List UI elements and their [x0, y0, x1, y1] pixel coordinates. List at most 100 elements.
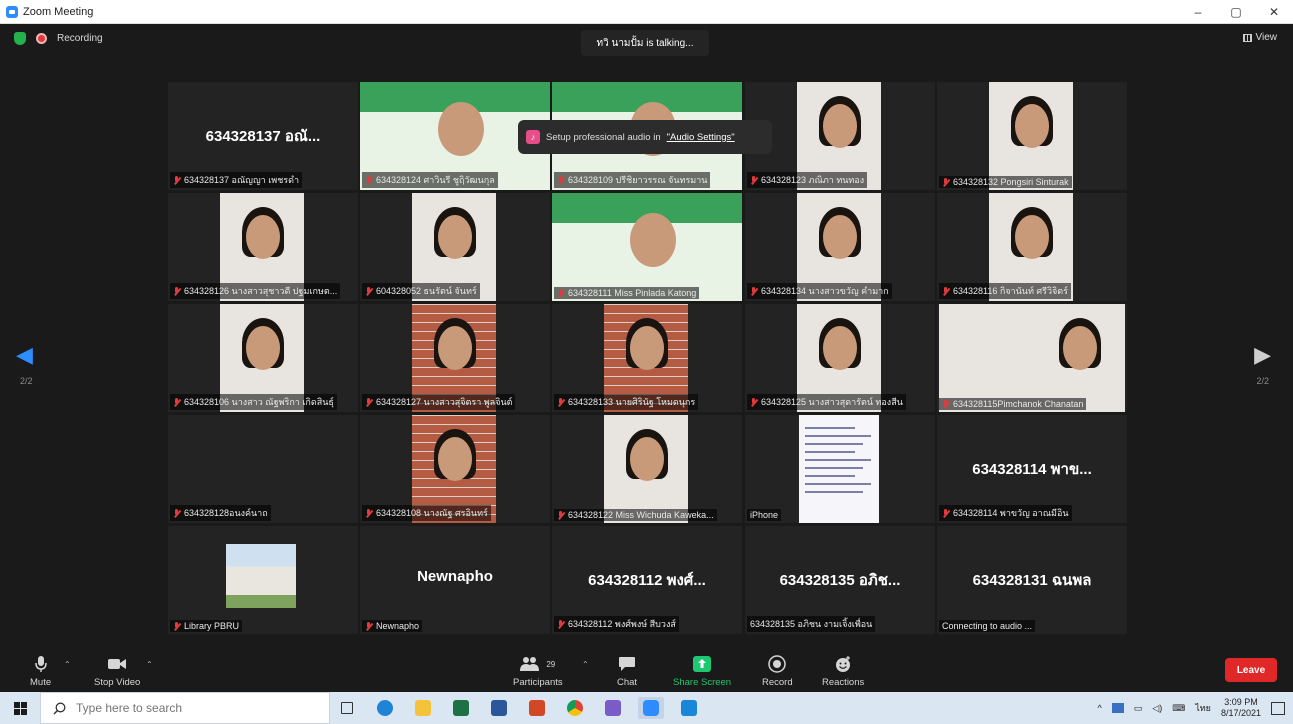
- muted-mic-icon: [750, 397, 758, 407]
- participant-display-name: 634328112 พงศ์...: [588, 572, 706, 589]
- zoom-taskbar-icon[interactable]: [638, 697, 664, 719]
- participant-tile[interactable]: 634328127 นางสาวสุจิตรา พูลจินต์: [360, 304, 550, 412]
- stop-video-button[interactable]: Stop Video: [94, 654, 140, 688]
- participant-name: 634328124 ศาวินรี ชูฤิวัฒนกุล: [376, 175, 495, 185]
- muted-mic-icon: [173, 286, 181, 296]
- participant-tile[interactable]: 634328128อนงค์นาถ: [168, 415, 358, 523]
- paint-icon[interactable]: [600, 697, 626, 719]
- word-icon[interactable]: [486, 697, 512, 719]
- clock-time: 3:09 PM: [1224, 697, 1258, 707]
- video-options-caret[interactable]: ⌃: [146, 660, 153, 669]
- taskbar-clock[interactable]: 3:09 PM 8/17/2021: [1221, 697, 1261, 719]
- participant-tile[interactable]: 634328114 พาข... 634328114 พาขวัญ อาณมีอิ…: [937, 415, 1127, 523]
- start-button[interactable]: [0, 692, 40, 724]
- participant-tile[interactable]: 634328134 นางสาวขวัญ คำมาก: [745, 193, 935, 301]
- clock-date: 8/17/2021: [1220, 708, 1261, 718]
- participant-tile[interactable]: 634328106 นางสาว ณัฐพริกา เกิดสินธุ์: [168, 304, 358, 412]
- search-input[interactable]: [76, 701, 306, 715]
- reactions-button[interactable]: Reactions: [822, 654, 864, 688]
- participant-name: 604328052 ธนรัตน์ จันทร์: [376, 286, 477, 296]
- participant-name-tag: 634328128อนงค์นาถ: [170, 505, 271, 521]
- muted-mic-icon: [173, 508, 181, 518]
- window-title: Zoom Meeting: [23, 5, 94, 18]
- participant-display-name: 634328137 อณั...: [205, 128, 321, 145]
- participant-tile[interactable]: 634328123 ภณิภา ทนทอง: [745, 82, 935, 190]
- chat-label: Chat: [617, 677, 638, 688]
- record-button[interactable]: Record: [762, 654, 793, 688]
- participant-tile[interactable]: 604328052 ธนรัตน์ จันทร์: [360, 193, 550, 301]
- microphone-icon: [34, 654, 47, 674]
- participant-name: 634328135 อภิชน งามเจิ้งเพื่อน: [750, 619, 873, 629]
- close-button[interactable]: ✕: [1255, 0, 1293, 24]
- tray-app-icon[interactable]: [1111, 703, 1124, 713]
- recording-label: Recording: [57, 33, 103, 44]
- encryption-shield-icon[interactable]: [14, 32, 26, 45]
- participant-tile[interactable]: Library PBRU: [168, 526, 358, 634]
- participant-tile[interactable]: 634328116 กิจานันท์ ศรีวิจิตร์: [937, 193, 1127, 301]
- participant-name-tag: 634328127 นางสาวสุจิตรา พูลจินต์: [362, 394, 516, 410]
- muted-mic-icon: [942, 399, 950, 409]
- participant-name-tag: 634328116 กิจานันท์ ศรีวิจิตร์: [939, 283, 1071, 299]
- audio-settings-toast[interactable]: ♪ Setup professional audio in "Audio Set…: [518, 120, 772, 154]
- participant-tile[interactable]: Newnapho Newnapho: [360, 526, 550, 634]
- participants-options-caret[interactable]: ⌃: [582, 660, 589, 669]
- show-hidden-icons-icon[interactable]: ^: [1098, 703, 1102, 713]
- keyboard-icon[interactable]: ⌨: [1172, 703, 1185, 714]
- next-page-arrow[interactable]: ▶: [1254, 342, 1271, 368]
- participant-tile[interactable]: 634328122 Miss Wichuda Kaweka...: [552, 415, 742, 523]
- volume-icon[interactable]: ◁): [1152, 703, 1162, 714]
- participant-name: 634328126 นางสาวสุชาวดี ปฐมเกษต...: [184, 286, 338, 296]
- muted-mic-icon: [557, 175, 565, 185]
- participants-button[interactable]: 29 Participants: [513, 654, 563, 688]
- participant-tile[interactable]: 634328111 Miss Pinlada Katong: [552, 193, 742, 301]
- participant-name: 634328114 พาขวัญ อาณมีอิน: [953, 508, 1069, 518]
- notification-icon[interactable]: [1271, 701, 1285, 715]
- taskbar-search-box[interactable]: [40, 692, 330, 724]
- participant-tile[interactable]: 634328126 นางสาวสุชาวดี ปฐมเกษต...: [168, 193, 358, 301]
- participant-tile[interactable]: 634328115Pimchanok Chanatan: [937, 304, 1127, 412]
- muted-mic-icon: [365, 175, 373, 185]
- participant-tile[interactable]: 634328131 ฉนพล Connecting to audio ...: [937, 526, 1127, 634]
- participant-tile[interactable]: 634328125 นางสาวสุดารัตน์ ทองสีน: [745, 304, 935, 412]
- participant-tile[interactable]: 634328108 นางณัฐ ศรอินทร์: [360, 415, 550, 523]
- task-view-icon[interactable]: [334, 697, 360, 719]
- view-button[interactable]: View: [1242, 32, 1277, 43]
- participant-tile[interactable]: 634328135 อภิช... 634328135 อภิชน งามเจิ้…: [745, 526, 935, 634]
- library-building-image: [226, 544, 296, 608]
- participant-name-tag: 634328109 ปรีชิยาวรรณ จันทรมาน: [554, 172, 711, 188]
- participant-tile[interactable]: 634328132 Pongsiri Sinturak: [937, 82, 1127, 190]
- previous-page-arrow[interactable]: ◀: [16, 342, 33, 368]
- audio-options-caret[interactable]: ⌃: [64, 660, 71, 669]
- audio-settings-link[interactable]: "Audio Settings": [667, 132, 735, 143]
- participant-tile[interactable]: 634328112 พงศ์... 634328112 พงศ์พงษ์ สีบว…: [552, 526, 742, 634]
- edge-browser-icon[interactable]: [372, 697, 398, 719]
- toast-text: Setup professional audio in: [546, 131, 661, 143]
- chrome-icon[interactable]: [562, 697, 588, 719]
- participant-name: 634328127 นางสาวสุจิตรา พูลจินต์: [376, 397, 513, 407]
- input-language[interactable]: ไทย: [1195, 701, 1211, 715]
- participant-name: 634328115Pimchanok Chanatan: [953, 399, 1084, 409]
- participant-name-tag: 634328111 Miss Pinlada Katong: [554, 287, 700, 299]
- participant-tile[interactable]: iPhone: [745, 415, 935, 523]
- participant-tile[interactable]: 634328133 นายศิรินัฐ โหมดนุกร: [552, 304, 742, 412]
- participant-name: 634328134 นางสาวขวัญ คำมาก: [761, 286, 889, 296]
- participant-video: [989, 82, 1073, 190]
- mute-button[interactable]: Mute: [30, 654, 51, 688]
- store-icon[interactable]: [676, 697, 702, 719]
- file-explorer-icon[interactable]: [410, 697, 436, 719]
- minimize-button[interactable]: –: [1179, 0, 1217, 24]
- participant-video: [552, 193, 742, 301]
- muted-mic-icon: [173, 175, 181, 185]
- participant-name: 634328128อนงค์นาถ: [184, 508, 268, 518]
- muted-mic-icon: [750, 286, 758, 296]
- participant-tile[interactable]: 634328137 อณั... 634328137 อณัญญา เพชรดำ: [168, 82, 358, 190]
- powerpoint-icon[interactable]: [524, 697, 550, 719]
- chat-button[interactable]: Chat: [617, 654, 637, 688]
- leave-button[interactable]: Leave: [1225, 658, 1277, 682]
- excel-icon[interactable]: [448, 697, 474, 719]
- participant-display-name: 634328131 ฉนพล: [972, 572, 1092, 589]
- maximize-button[interactable]: ▢: [1217, 0, 1255, 24]
- network-icon[interactable]: ▭: [1134, 703, 1143, 714]
- share-screen-button[interactable]: Share Screen: [673, 654, 731, 688]
- participant-name: 634328133 นายศิรินัฐ โหมดนุกร: [568, 397, 696, 407]
